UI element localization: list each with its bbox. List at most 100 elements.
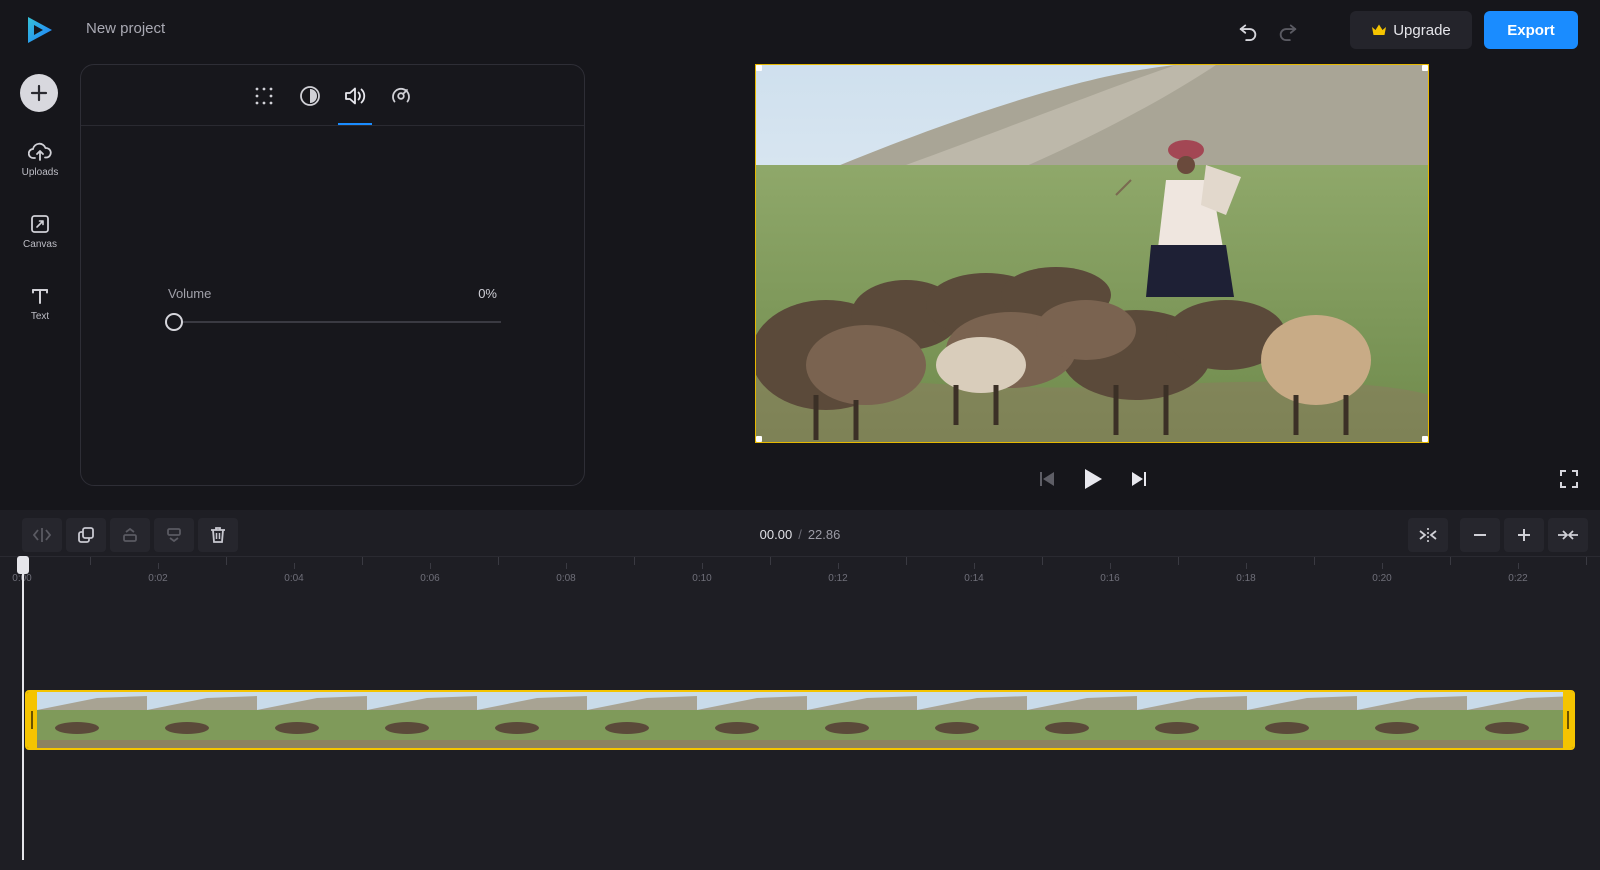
move-up-button[interactable] <box>110 518 150 552</box>
ruler-tick <box>702 563 703 569</box>
time-separator: / <box>798 527 802 542</box>
move-down-button[interactable] <box>154 518 194 552</box>
ruler-tick <box>634 557 635 565</box>
layer-down-icon <box>167 528 181 543</box>
video-frame-image <box>756 65 1428 442</box>
ruler-tick <box>498 557 499 565</box>
duplicate-icon <box>78 527 94 543</box>
ruler-tick <box>1450 557 1451 565</box>
text-icon <box>32 289 48 304</box>
tab-audio[interactable] <box>338 79 372 113</box>
ruler-tick <box>974 563 975 569</box>
upgrade-button[interactable]: Upgrade <box>1350 11 1472 49</box>
canvas-icon <box>31 215 49 233</box>
ruler-tick <box>226 557 227 565</box>
fullscreen-icon <box>1560 470 1578 488</box>
skip-forward-button[interactable] <box>1124 464 1154 494</box>
active-tab-indicator <box>338 123 372 125</box>
snap-button[interactable] <box>1408 518 1448 552</box>
ruler-label: 0:06 <box>420 573 440 584</box>
clip-thumbnail-frame <box>147 692 257 748</box>
sidebar-item-uploads[interactable]: Uploads <box>12 142 68 194</box>
clip-thumbnail-frame <box>37 692 147 748</box>
clip-thumbnails <box>37 692 1573 748</box>
undo-button[interactable] <box>1234 16 1262 44</box>
playhead-line <box>22 570 24 860</box>
ruler-label: 0:22 <box>1508 573 1528 584</box>
ruler-label: 0:02 <box>148 573 168 584</box>
redo-button[interactable] <box>1274 16 1302 44</box>
resize-handle[interactable] <box>756 436 762 442</box>
panel-tabs <box>81 65 584 126</box>
playhead-handle[interactable] <box>17 556 29 574</box>
sidebar-item-text[interactable]: Text <box>12 286 68 338</box>
ruler-tick <box>1042 557 1043 565</box>
split-button[interactable] <box>22 518 62 552</box>
sidebar-item-label: Uploads <box>21 167 59 178</box>
skip-back-button[interactable] <box>1032 464 1062 494</box>
upload-cloud-icon <box>28 142 52 161</box>
properties-panel: Volume 0% <box>80 64 585 486</box>
project-title[interactable]: New project <box>86 20 165 37</box>
ruler-label: 0:04 <box>284 573 304 584</box>
ruler-tick <box>1586 557 1587 565</box>
fit-timeline-button[interactable] <box>1548 518 1588 552</box>
filter-icon <box>300 86 320 106</box>
ruler-label: 0:12 <box>828 573 848 584</box>
split-icon <box>32 528 52 542</box>
ruler-tick <box>362 557 363 565</box>
add-media-button[interactable] <box>20 74 58 112</box>
timeline: 00.00/22.86 0:000:020:040:060:080:100:12… <box>0 510 1600 870</box>
delete-button[interactable] <box>198 518 238 552</box>
plus-icon <box>1518 529 1530 541</box>
clip-thumbnail-frame <box>1137 692 1247 748</box>
ruler-tick <box>566 563 567 569</box>
clip-trim-end-handle[interactable] <box>1563 692 1573 748</box>
ruler-tick <box>1246 563 1247 569</box>
fullscreen-button[interactable] <box>1554 464 1584 494</box>
ruler-label: 0:08 <box>556 573 576 584</box>
ruler-tick <box>158 563 159 569</box>
ruler-tick <box>294 563 295 569</box>
timeline-ruler[interactable]: 0:000:020:040:060:080:100:120:140:160:18… <box>0 556 1600 584</box>
snap-icon <box>1419 528 1437 542</box>
clip-thumbnail-frame <box>587 692 697 748</box>
resize-handle[interactable] <box>1422 436 1428 442</box>
ruler-label: 0:20 <box>1372 573 1392 584</box>
clip-thumbnail-frame <box>1357 692 1467 748</box>
crop-icon <box>255 87 273 105</box>
duplicate-button[interactable] <box>66 518 106 552</box>
audio-icon <box>345 87 366 105</box>
ruler-tick <box>906 557 907 565</box>
tab-filters[interactable] <box>293 79 327 113</box>
redo-icon <box>1279 24 1297 41</box>
sidebar-item-label: Text <box>30 311 50 322</box>
tab-speed[interactable] <box>384 79 418 113</box>
volume-slider-thumb[interactable] <box>165 313 183 331</box>
ruler-tick <box>1314 557 1315 565</box>
volume-slider-track[interactable] <box>176 321 501 323</box>
video-clip[interactable] <box>25 690 1575 750</box>
tab-crop[interactable] <box>247 79 281 113</box>
video-preview[interactable] <box>755 64 1429 443</box>
clip-thumbnail-frame <box>1247 692 1357 748</box>
skip-back-icon <box>1040 472 1054 486</box>
zoom-out-button[interactable] <box>1460 518 1500 552</box>
clip-thumbnail-frame <box>367 692 477 748</box>
zoom-in-button[interactable] <box>1504 518 1544 552</box>
ruler-tick <box>770 557 771 565</box>
resize-handle[interactable] <box>756 65 762 71</box>
upgrade-label: Upgrade <box>1393 21 1451 39</box>
current-time: 00.00 <box>759 527 793 542</box>
resize-handle[interactable] <box>1422 65 1428 71</box>
app-logo <box>24 14 56 46</box>
ruler-tick <box>838 563 839 569</box>
sidebar-item-canvas[interactable]: Canvas <box>12 214 68 266</box>
play-button[interactable] <box>1078 464 1108 494</box>
clip-thumbnail-frame <box>1027 692 1137 748</box>
export-button[interactable]: Export <box>1484 11 1578 49</box>
crown-icon <box>1372 24 1387 35</box>
play-icon <box>1085 469 1102 489</box>
layer-up-icon <box>123 527 137 542</box>
clip-trim-start-handle[interactable] <box>27 692 37 748</box>
